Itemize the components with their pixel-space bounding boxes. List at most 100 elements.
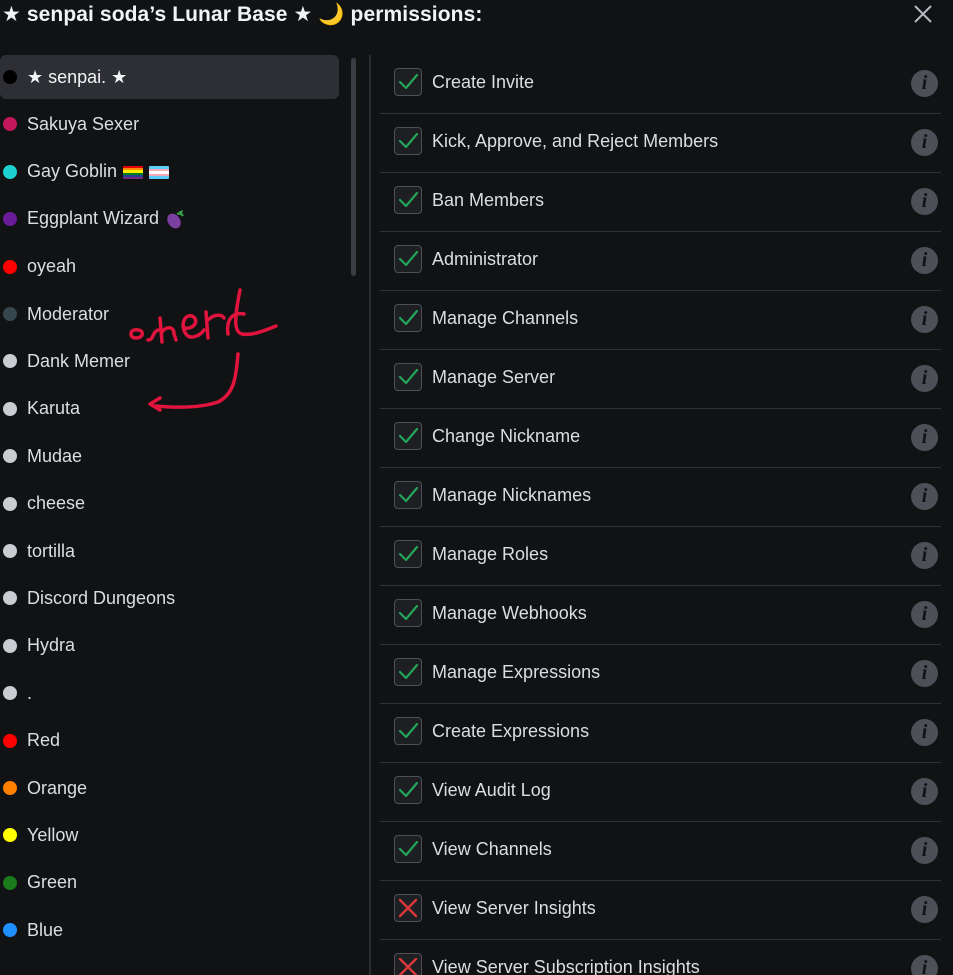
check-icon <box>398 250 419 267</box>
role-item[interactable]: Eggplant Wizard <box>0 197 339 241</box>
role-label-text: Moderator <box>27 303 110 324</box>
role-label: ★ senpai. ★ <box>27 67 127 88</box>
role-label-text: Sakuya Sexer <box>27 113 140 134</box>
close-icon <box>914 5 932 23</box>
eggplant-icon <box>167 210 184 229</box>
role-color-dot <box>3 401 17 416</box>
role-item[interactable]: Orange <box>0 766 339 810</box>
info-icon[interactable]: i <box>911 188 938 215</box>
info-icon[interactable]: i <box>911 601 938 628</box>
permission-row: Manage Expressions i <box>380 645 941 704</box>
role-item[interactable]: Gay Goblin <box>0 150 339 194</box>
role-label-text: . <box>27 682 33 703</box>
role-label-text: Red <box>27 730 61 751</box>
role-color-dot <box>3 307 17 321</box>
permission-checkbox[interactable] <box>394 186 422 214</box>
role-item[interactable]: Hydra <box>0 624 339 668</box>
info-icon[interactable]: i <box>911 306 938 333</box>
permission-checkbox[interactable] <box>394 953 422 975</box>
check-icon <box>398 427 419 444</box>
permission-checkbox[interactable] <box>394 304 422 332</box>
modal-header: ★ senpai soda’s Lunar Base ★ 🌙 permissio… <box>0 0 953 40</box>
info-icon[interactable]: i <box>911 542 938 569</box>
role-item[interactable]: tortilla <box>0 529 339 573</box>
permission-checkbox[interactable] <box>394 481 422 509</box>
permission-checkbox[interactable] <box>394 127 422 155</box>
role-item[interactable]: cheese <box>0 482 339 526</box>
permission-checkbox[interactable] <box>394 599 422 627</box>
role-label: Orange <box>27 778 87 799</box>
check-icon <box>398 132 419 149</box>
permission-checkbox[interactable] <box>394 835 422 863</box>
role-item[interactable]: Discord Dungeons <box>0 576 339 620</box>
permission-row: Manage Nicknames i <box>380 468 941 527</box>
role-label-text: Gay Goblin <box>27 161 118 182</box>
permission-label: Change Nickname <box>432 426 581 446</box>
role-label-text: Green <box>27 872 78 893</box>
role-label-text: oyeah <box>27 256 77 277</box>
permission-row: View Server Insights i <box>380 881 941 940</box>
permission-checkbox[interactable] <box>394 540 422 568</box>
info-icon[interactable]: i <box>911 719 938 746</box>
role-color-dot <box>3 70 17 84</box>
role-label-text: Mudae <box>27 445 83 466</box>
role-color-dot <box>3 591 17 606</box>
permission-checkbox[interactable] <box>394 363 422 391</box>
role-item[interactable]: ★ senpai. ★ <box>0 55 339 99</box>
role-color-dot <box>3 923 17 938</box>
permission-checkbox[interactable] <box>394 245 422 273</box>
role-color-dot <box>3 117 17 132</box>
role-color-dot <box>3 638 17 653</box>
role-color-dot <box>3 544 17 558</box>
permission-checkbox[interactable] <box>394 68 422 96</box>
info-icon[interactable]: i <box>911 660 938 687</box>
info-icon[interactable]: i <box>911 896 938 923</box>
info-icon[interactable]: i <box>911 483 938 510</box>
permission-row: Create Expressions i <box>380 704 941 763</box>
role-label-text: Orange <box>27 777 88 798</box>
permission-label: View Server Insights <box>432 898 596 918</box>
permission-row: Manage Roles i <box>380 527 941 586</box>
role-item[interactable]: Red <box>0 719 339 763</box>
role-item[interactable]: Blue <box>0 908 339 952</box>
permission-row: Administrator i <box>380 232 941 291</box>
info-icon[interactable]: i <box>911 778 938 805</box>
role-item[interactable]: Yellow <box>0 813 339 857</box>
role-color-dot <box>3 781 17 795</box>
permission-label: View Server Subscription Insights <box>432 957 700 975</box>
role-list-scrollbar[interactable] <box>351 58 356 276</box>
permission-list: Create Invite i Kick, Approve, and Reject … <box>380 55 943 975</box>
role-label-text: Dank Memer <box>27 350 131 371</box>
permission-checkbox[interactable] <box>394 717 422 745</box>
permission-label: Ban Members <box>432 190 545 210</box>
close-button[interactable] <box>906 0 938 30</box>
permission-label: Create Invite <box>432 72 535 92</box>
permission-row: Ban Members i <box>380 173 941 232</box>
check-icon <box>398 722 419 739</box>
info-icon[interactable]: i <box>911 365 938 392</box>
permission-checkbox[interactable] <box>394 658 422 686</box>
role-item[interactable]: Sakuya Sexer <box>0 102 339 146</box>
role-item[interactable]: Mudae <box>0 434 339 478</box>
permission-row: Manage Server i <box>380 350 941 409</box>
permission-label: View Audit Log <box>432 780 551 800</box>
role-color-dot <box>3 733 17 748</box>
permission-row: Kick, Approve, and Reject Members i <box>380 114 941 173</box>
role-label: cheese <box>27 493 85 514</box>
permission-row: Manage Webhooks i <box>380 586 941 645</box>
permission-checkbox[interactable] <box>394 422 422 450</box>
info-icon[interactable]: i <box>911 70 938 97</box>
panel-divider <box>369 55 371 975</box>
role-label: Dank Memer <box>27 351 130 372</box>
role-item[interactable]: . <box>0 671 339 715</box>
role-item[interactable]: Green <box>0 861 339 905</box>
info-icon[interactable]: i <box>911 247 938 274</box>
info-icon[interactable]: i <box>911 837 938 864</box>
info-icon[interactable]: i <box>911 955 938 975</box>
info-icon[interactable]: i <box>911 424 938 451</box>
info-icon[interactable]: i <box>911 129 938 156</box>
permission-label: Create Expressions <box>432 721 590 741</box>
permission-checkbox[interactable] <box>394 894 422 922</box>
role-label: oyeah <box>27 256 76 277</box>
permission-checkbox[interactable] <box>394 776 422 804</box>
